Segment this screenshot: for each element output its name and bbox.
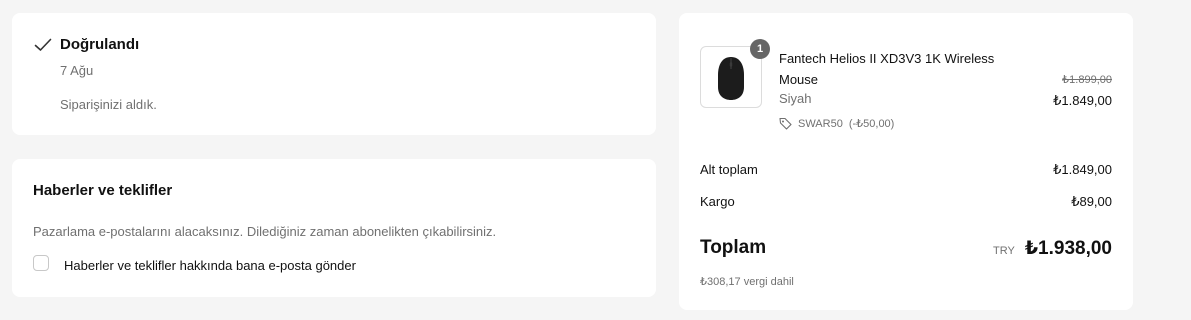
total-label: Toplam xyxy=(700,237,767,258)
news-offers-card: Haberler ve teklifler Pazarlama e-postal… xyxy=(12,159,656,297)
total-value: ₺1.938,00 xyxy=(1024,238,1112,259)
status-date: 7 Ağu xyxy=(60,63,94,78)
check-icon xyxy=(34,38,52,51)
news-title: Haberler ve teklifler xyxy=(33,182,173,199)
shipping-value: ₺89,00 xyxy=(1071,194,1112,209)
mouse-image xyxy=(718,57,744,100)
order-summary-card: 1 Fantech Helios II XD3V3 1K Wireless Mo… xyxy=(679,13,1133,310)
product-price: ₺1.849,00 xyxy=(1053,93,1112,108)
discount-code: SWAR50 xyxy=(798,117,843,130)
discount-amount: (-₺50,00) xyxy=(848,118,895,130)
total-amount: TRY ₺1.938,00 xyxy=(993,237,1112,260)
original-price: ₺1.899,00 xyxy=(1062,74,1112,86)
shipping-label: Kargo xyxy=(700,194,735,209)
newsletter-checkbox-label[interactable]: Haberler ve teklifler hakkında bana e-po… xyxy=(64,258,356,273)
discount-row: SWAR50 (-₺50,00) xyxy=(779,117,894,130)
total-currency: TRY xyxy=(993,245,1015,257)
newsletter-checkbox[interactable] xyxy=(33,255,49,271)
status-title: Doğrulandı xyxy=(60,36,140,53)
tag-icon xyxy=(779,117,792,130)
product-name: Fantech Helios II XD3V3 1K Wireless Mous… xyxy=(779,51,995,87)
status-message: Siparişinizi aldık. xyxy=(60,97,157,112)
quantity-badge: 1 xyxy=(750,39,770,59)
subtotal-label: Alt toplam xyxy=(700,162,758,177)
subtotal-value: ₺1.849,00 xyxy=(1053,162,1112,177)
tax-note: ₺308,17 vergi dahil xyxy=(700,276,794,288)
product-variant: Siyah xyxy=(779,91,812,106)
news-description: Pazarlama e-postalarını alacaksınız. Dil… xyxy=(33,224,497,239)
order-status-card: Doğrulandı 7 Ağu Siparişinizi aldık. xyxy=(12,13,656,135)
